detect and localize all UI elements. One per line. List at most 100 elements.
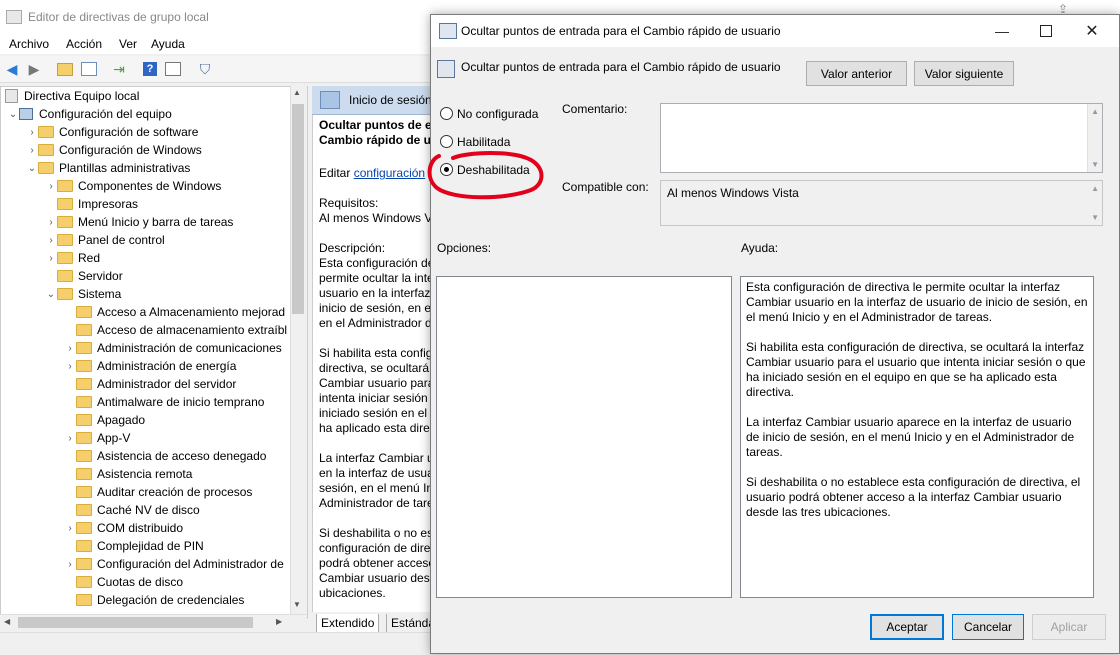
tree-item[interactable]: Acceso de almacenamiento extraíbl (64, 321, 287, 339)
chevron-right-icon[interactable]: › (64, 361, 76, 372)
chevron-down-icon[interactable]: ⌄ (45, 289, 57, 300)
tree-item[interactable]: › App-V (64, 429, 130, 447)
tree-item-label: Impresoras (78, 197, 139, 211)
scroll-right-arrow-icon[interactable]: ▶ (276, 617, 282, 626)
radio-label[interactable]: Habilitada (457, 135, 510, 149)
policy-tree[interactable]: Directiva Equipo local ⌄ Configuración de… (0, 86, 308, 618)
menu-ver[interactable]: Ver (119, 37, 137, 51)
tree-item[interactable]: ⌄ Sistema (45, 285, 122, 303)
tree-item[interactable]: › Administración de comunicaciones (64, 339, 281, 357)
properties-icon[interactable] (164, 60, 182, 78)
tree-item[interactable]: Delegación de credenciales (64, 591, 244, 609)
tree-vertical-scroll-thumb[interactable] (292, 104, 304, 314)
folder-icon (38, 126, 54, 138)
tab-extendido[interactable]: Extendido (316, 614, 380, 633)
tree-item[interactable]: Auditar creación de procesos (64, 483, 252, 501)
radio-no-configurada[interactable] (440, 107, 453, 120)
previous-setting-button[interactable]: Valor anterior (806, 61, 907, 86)
tree-item[interactable]: Complejidad de PIN (64, 537, 204, 555)
dialog-title: Ocultar puntos de entrada para el Cambio… (461, 24, 781, 38)
description-line: directiva, se ocultará (319, 361, 430, 375)
tree-item[interactable]: Asistencia de acceso denegado (64, 447, 266, 465)
radio-habilitada[interactable] (440, 135, 453, 148)
tree-item[interactable]: ⌄ Plantillas administrativas (26, 159, 191, 177)
chevron-right-icon[interactable]: › (64, 523, 76, 534)
scroll-left-arrow-icon[interactable]: ◀ (4, 617, 10, 626)
show-hide-tree-icon[interactable] (80, 60, 98, 78)
tree-item[interactable]: › Panel de control (45, 231, 164, 249)
chevron-right-icon[interactable]: › (64, 343, 76, 354)
tree-item[interactable]: Caché NV de disco (64, 501, 200, 519)
tree-horizontal-scroll-thumb[interactable] (18, 617, 253, 628)
scroll-up-arrow-icon[interactable]: ▲ (1091, 107, 1099, 116)
tree-item[interactable]: Cuotas de disco (64, 573, 183, 591)
tree-item-label: Cuotas de disco (97, 575, 184, 589)
chevron-right-icon[interactable]: › (45, 235, 57, 246)
scroll-down-arrow-icon[interactable]: ▼ (293, 600, 301, 609)
edit-policy-link[interactable]: configuración (354, 166, 425, 180)
tree-item[interactable]: Administrador del servidor (64, 375, 236, 393)
tree-item[interactable]: Servidor (45, 267, 123, 285)
chevron-right-icon[interactable]: › (26, 145, 38, 156)
tree-item[interactable]: Asistencia remota (64, 465, 192, 483)
description-line: inicio de sesión, en el (319, 301, 434, 315)
back-arrow-icon[interactable]: ◀ (3, 60, 21, 78)
tree-item-label: Antimalware de inicio temprano (97, 395, 265, 409)
close-icon[interactable]: ✕ (1070, 16, 1114, 46)
description-line: Administrador de tare (319, 496, 434, 510)
chevron-right-icon[interactable]: › (45, 253, 57, 264)
tree-item-label: Componentes de Windows (78, 179, 222, 193)
tree-item[interactable]: › Configuración de software (26, 123, 198, 141)
tree-item[interactable]: ⌄ Configuración del equipo (7, 105, 172, 123)
radio-label[interactable]: No configurada (457, 107, 538, 121)
comment-textarea[interactable]: ▲ ▼ (660, 103, 1103, 173)
menu-archivo[interactable]: Archivo (9, 37, 49, 51)
maximize-icon[interactable] (1024, 16, 1068, 46)
tree-item[interactable]: Antimalware de inicio temprano (64, 393, 264, 411)
folder-open-icon (320, 91, 340, 109)
chevron-right-icon[interactable]: › (45, 217, 57, 228)
folder-icon (76, 360, 92, 372)
minimize-icon[interactable]: — (980, 16, 1024, 46)
help-icon[interactable]: ? (141, 60, 159, 78)
requirements-label: Requisitos: (319, 196, 379, 210)
tree-item[interactable]: Apagado (64, 411, 145, 429)
up-folder-icon[interactable] (56, 60, 74, 78)
menubar: Archivo Acción Ver Ayuda (0, 34, 430, 54)
chevron-right-icon[interactable]: › (26, 127, 38, 138)
tree-item-label: Configuración del Administrador de (97, 557, 284, 571)
policy-title-line: Cambio rápido de us (319, 133, 438, 147)
next-setting-button[interactable]: Valor siguiente (914, 61, 1014, 86)
ok-button[interactable]: Aceptar (870, 614, 944, 640)
export-list-icon[interactable]: ⇥ (110, 60, 128, 78)
menu-ayuda[interactable]: Ayuda (151, 37, 185, 51)
cancel-button[interactable]: Cancelar (952, 614, 1024, 640)
tree-item[interactable]: Acceso a Almacenamiento mejorad (64, 303, 285, 321)
tree-item[interactable]: › Configuración del Administrador de (64, 555, 284, 573)
menu-accion[interactable]: Acción (66, 37, 102, 51)
chevron-down-icon[interactable]: ⌄ (7, 109, 19, 120)
scroll-down-arrow-icon[interactable]: ▼ (1091, 160, 1099, 169)
tree-root[interactable]: Directiva Equipo local (5, 87, 139, 105)
tree-item[interactable]: › Red (45, 249, 100, 267)
chevron-down-icon[interactable]: ⌄ (26, 163, 38, 174)
chevron-right-icon[interactable]: › (64, 559, 76, 570)
chevron-right-icon[interactable]: › (64, 433, 76, 444)
description-line: intenta iniciar sesión (319, 391, 428, 405)
filter-icon[interactable]: ⛉ (196, 60, 214, 78)
forward-arrow-icon[interactable]: ▶ (25, 60, 43, 78)
apply-button[interactable]: Aplicar (1032, 614, 1106, 640)
description-line: configuración de direc (319, 541, 437, 555)
tree-item[interactable]: Impresoras (45, 195, 138, 213)
tree-item[interactable]: › Configuración de Windows (26, 141, 201, 159)
tree-root-label: Directiva Equipo local (24, 89, 140, 103)
folder-icon (76, 414, 92, 426)
tree-item[interactable]: › Administración de energía (64, 357, 236, 375)
scroll-up-arrow-icon[interactable]: ▲ (293, 88, 301, 97)
chevron-right-icon[interactable]: › (45, 181, 57, 192)
help-panel[interactable]: Esta configuración de directiva le permi… (740, 276, 1094, 598)
tree-item-label: Asistencia remota (97, 467, 193, 481)
tree-item[interactable]: › Menú Inicio y barra de tareas (45, 213, 233, 231)
tree-item[interactable]: › Componentes de Windows (45, 177, 221, 195)
tree-item[interactable]: › COM distribuido (64, 519, 183, 537)
